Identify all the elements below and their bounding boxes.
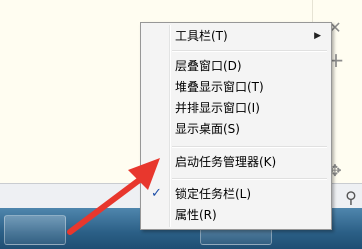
arrow-shaft <box>67 175 145 235</box>
annotation-arrow <box>67 158 160 235</box>
